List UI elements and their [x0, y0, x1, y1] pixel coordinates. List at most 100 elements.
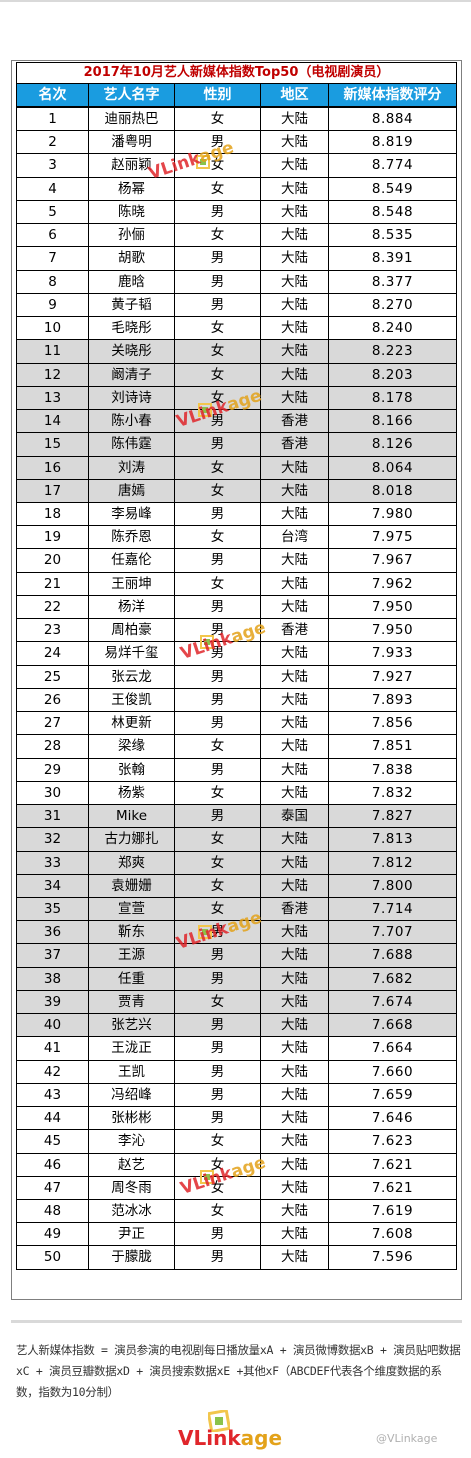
- region-cell: 大陆: [261, 642, 329, 665]
- name-cell: 张彬彬: [89, 1107, 175, 1130]
- table-row: 42 王凯男大陆 7.660: [17, 1059, 456, 1083]
- name-cell: 王俊凯: [89, 688, 175, 712]
- gender-cell: 男: [175, 549, 261, 572]
- name-cell: 靳东: [89, 921, 175, 944]
- rank-cell: 33: [17, 851, 89, 874]
- gender-cell: 男: [175, 619, 261, 642]
- name-cell: 李易峰: [89, 502, 175, 526]
- table-row: 17 唐嫣女大陆 8.018: [17, 478, 456, 502]
- rank-cell: 6: [17, 224, 89, 247]
- table-row: 26 王俊凯男大陆 7.893: [17, 687, 456, 712]
- region-cell: 大陆: [261, 293, 329, 317]
- name-cell: 王凯: [89, 1060, 175, 1083]
- name-cell: 周柏豪: [89, 619, 175, 642]
- gender-cell: 女: [175, 340, 261, 363]
- name-cell: 贾青: [89, 990, 175, 1014]
- weibo-watermark: @VLinkage: [376, 1432, 438, 1445]
- table-row: 20 任嘉伦男大陆 7.967: [17, 548, 456, 572]
- gender-cell: 男: [175, 805, 261, 828]
- score-cell: 8.391: [371, 250, 414, 267]
- region-cell: 大陆: [261, 1107, 329, 1130]
- score-cell: 7.608: [371, 1226, 414, 1243]
- rank-cell: 15: [17, 433, 89, 456]
- rank-cell: 9: [17, 293, 89, 317]
- region-cell: 大陆: [261, 1153, 329, 1176]
- rank-cell: 27: [17, 712, 89, 735]
- score-cell: 7.596: [371, 1249, 414, 1266]
- rank-cell: 39: [17, 990, 89, 1014]
- gender-cell: 男: [175, 758, 261, 781]
- score-cell: 7.832: [371, 784, 414, 801]
- rank-cell: 14: [17, 410, 89, 433]
- rank-cell: 26: [17, 688, 89, 712]
- table-row: 43 冯绍峰男大陆 7.659: [17, 1082, 456, 1107]
- region-cell: 大陆: [261, 224, 329, 247]
- score-cell: 7.967: [371, 552, 414, 569]
- region-cell: 大陆: [261, 967, 329, 990]
- region-cell: 大陆: [261, 1176, 329, 1200]
- region-cell: 大陆: [261, 549, 329, 572]
- rank-cell: 45: [17, 1130, 89, 1153]
- rank-cell: 28: [17, 735, 89, 758]
- header-score: 新媒体指数评分: [343, 87, 442, 103]
- table-row: 3 赵丽颖女大陆 8.774: [17, 153, 456, 177]
- region-cell: 大陆: [261, 758, 329, 781]
- table-row: 8 鹿晗男大陆 8.377: [17, 269, 456, 293]
- region-cell: 大陆: [261, 177, 329, 200]
- name-cell: 尹正: [89, 1223, 175, 1246]
- rank-cell: 12: [17, 363, 89, 386]
- rank-cell: 22: [17, 595, 89, 619]
- rank-cell: 38: [17, 967, 89, 990]
- name-cell: 杨洋: [89, 595, 175, 619]
- score-cell: 7.927: [371, 668, 414, 685]
- gender-cell: 女: [175, 897, 261, 921]
- score-cell: 8.240: [371, 320, 414, 337]
- rank-cell: 19: [17, 526, 89, 549]
- region-cell: 香港: [261, 619, 329, 642]
- table-row: 29 张翰男大陆 7.838: [17, 757, 456, 781]
- name-cell: 刘涛: [89, 456, 175, 479]
- name-cell: 王泷正: [89, 1037, 175, 1060]
- score-cell: 7.950: [371, 622, 414, 639]
- table-row: 30 杨紫女大陆 7.832: [17, 780, 456, 805]
- region-cell: 大陆: [261, 1014, 329, 1037]
- score-cell: 8.535: [371, 227, 414, 244]
- score-cell: 7.933: [371, 645, 414, 662]
- rank-cell: 37: [17, 944, 89, 967]
- table-row: 31 Mike 男泰国 7.827: [17, 804, 456, 828]
- name-cell: 宣萱: [89, 897, 175, 921]
- header-name: 艺人名字: [89, 84, 175, 106]
- rank-cell: 13: [17, 386, 89, 410]
- gender-cell: 男: [175, 642, 261, 665]
- table-row: 38 任重男大陆 7.682: [17, 966, 456, 990]
- top-rule: [0, 0, 471, 2]
- rank-cell: 46: [17, 1153, 89, 1176]
- table-row: 47 周冬雨女大陆 7.621: [17, 1175, 456, 1200]
- gender-cell: 男: [175, 270, 261, 293]
- region-cell: 台湾: [261, 526, 329, 549]
- gender-cell: 男: [175, 665, 261, 688]
- region-cell: 大陆: [261, 595, 329, 619]
- gender-cell: 男: [175, 595, 261, 619]
- gender-cell: 男: [175, 200, 261, 224]
- header-region: 地区: [261, 84, 329, 106]
- gender-cell: 女: [175, 526, 261, 549]
- gender-cell: 男: [175, 921, 261, 944]
- score-cell: 7.707: [371, 924, 414, 941]
- name-cell: 孙俪: [89, 224, 175, 247]
- table-row: 14 陈小春男香港 8.166: [17, 409, 456, 433]
- score-cell: 7.659: [371, 1086, 414, 1103]
- region-cell: 大陆: [261, 317, 329, 340]
- table-row: 1 迪丽热巴女大陆 8.884: [17, 107, 456, 131]
- region-cell: 大陆: [261, 154, 329, 177]
- region-cell: 大陆: [261, 990, 329, 1014]
- name-cell: 关晓彤: [89, 340, 175, 363]
- table-row: 48 范冰冰女大陆 7.619: [17, 1199, 456, 1223]
- table-title: 2017年10月艺人新媒体指数Top50（电视剧演员）: [16, 62, 457, 83]
- gender-cell: 男: [175, 1037, 261, 1060]
- region-cell: 香港: [261, 897, 329, 921]
- table-row: 7 胡歌男大陆 8.391: [17, 246, 456, 270]
- score-cell: 8.884: [371, 111, 414, 127]
- score-cell: 8.774: [371, 157, 414, 174]
- gender-cell: 男: [175, 247, 261, 270]
